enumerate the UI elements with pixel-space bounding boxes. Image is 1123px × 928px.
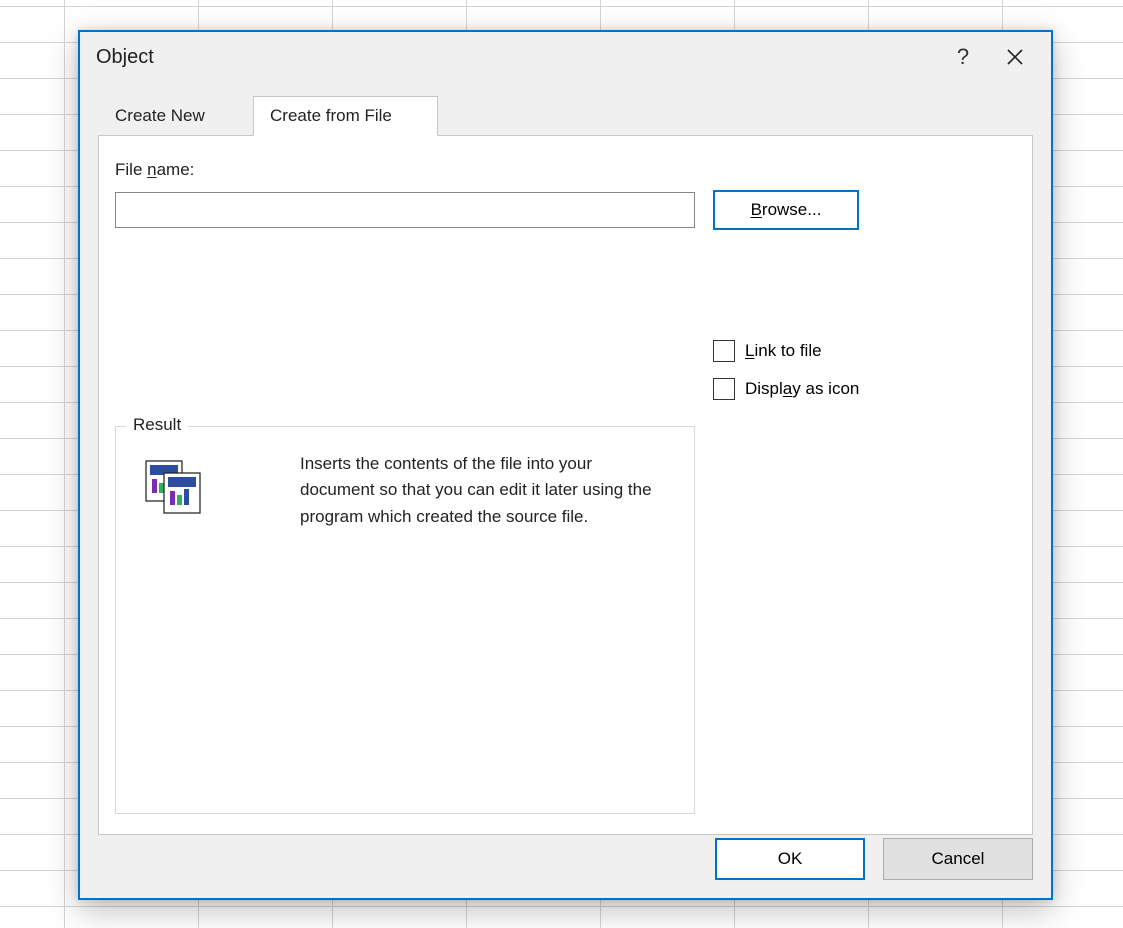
embed-chart-icon bbox=[142, 459, 208, 517]
help-icon: ? bbox=[957, 44, 969, 70]
dialog-title: Object bbox=[96, 46, 154, 69]
browse-button-label: Browse... bbox=[751, 200, 822, 220]
display-as-icon-checkbox[interactable]: Display as icon bbox=[713, 378, 859, 400]
checkbox-icon bbox=[713, 378, 735, 400]
result-legend: Result bbox=[126, 415, 188, 435]
tab-create-new[interactable]: Create New bbox=[98, 96, 253, 136]
tab-panel-create-from-file: File name: Browse... Link to file Displa… bbox=[98, 135, 1033, 835]
tab-create-from-file-label: Create from File bbox=[270, 106, 392, 126]
cancel-button-label: Cancel bbox=[932, 849, 985, 869]
close-icon bbox=[1007, 49, 1023, 65]
object-dialog: Object ? Create New Create from File Fil… bbox=[78, 30, 1053, 900]
checkbox-icon bbox=[713, 340, 735, 362]
ok-button-label: OK bbox=[778, 849, 803, 869]
file-name-input[interactable] bbox=[115, 192, 695, 228]
browse-button[interactable]: Browse... bbox=[713, 190, 859, 230]
dialog-titlebar: Object ? bbox=[80, 32, 1051, 82]
ok-button[interactable]: OK bbox=[715, 838, 865, 880]
link-to-file-checkbox[interactable]: Link to file bbox=[713, 340, 822, 362]
cancel-button[interactable]: Cancel bbox=[883, 838, 1033, 880]
tab-create-from-file[interactable]: Create from File bbox=[253, 96, 438, 136]
tab-strip: Create New Create from File bbox=[98, 96, 1033, 136]
dialog-button-row: OK Cancel bbox=[715, 838, 1033, 880]
close-button[interactable] bbox=[989, 37, 1041, 77]
result-description: Inserts the contents of the file into yo… bbox=[300, 451, 670, 530]
help-button[interactable]: ? bbox=[937, 37, 989, 77]
tab-create-new-label: Create New bbox=[115, 106, 205, 126]
link-to-file-label: Link to file bbox=[745, 341, 822, 361]
file-name-label: File name: bbox=[115, 160, 194, 180]
display-as-icon-label: Display as icon bbox=[745, 379, 859, 399]
result-groupbox: Result Inserts the contents of the file … bbox=[115, 426, 695, 814]
